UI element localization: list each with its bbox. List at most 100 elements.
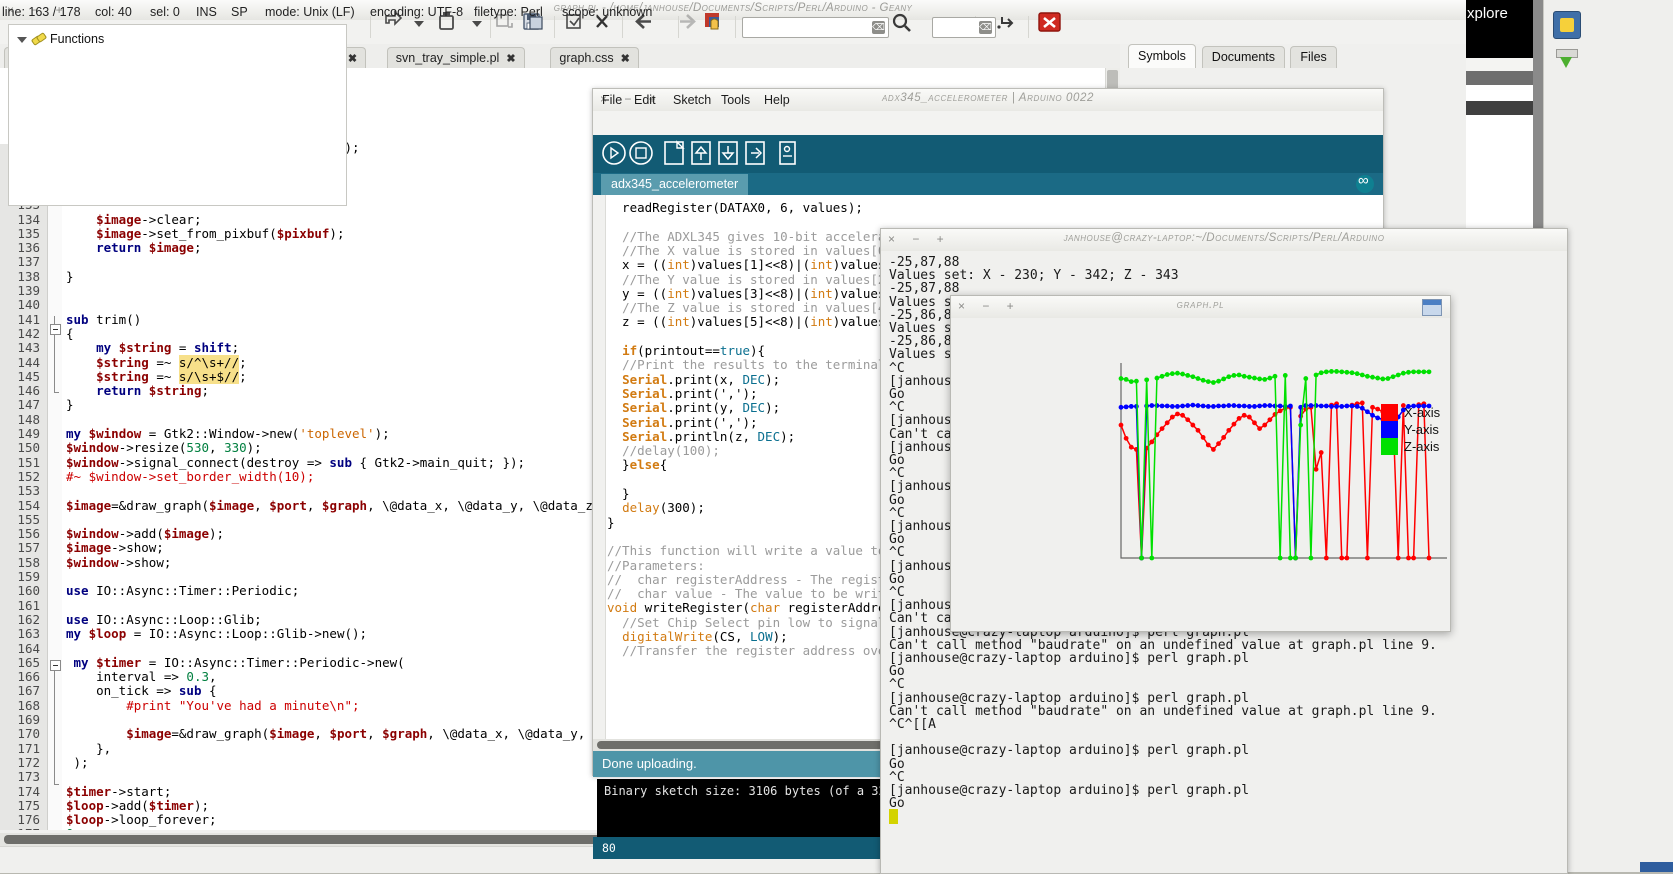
arduino-code-line[interactable]: //Print the results to the terminal. [607,357,893,372]
fold-toggle-167[interactable] [50,660,61,671]
code-line[interactable] [66,641,74,656]
code-line[interactable]: $image=&draw_graph($image, $port, $graph… [66,726,668,741]
arduino-code-line[interactable]: } [607,515,615,530]
arduino-code-line[interactable]: digitalWrite(CS, LOW); [607,629,788,644]
clear-search-icon[interactable]: ⌫ [872,21,885,34]
goto-line-input[interactable]: ⌫ [932,17,996,38]
code-line[interactable]: ); [66,755,89,770]
tab-close-icon[interactable]: ✖ [506,53,515,65]
graph-titlebar[interactable]: × − + graph.pl [951,296,1450,319]
terminal-titlebar[interactable]: × − + janhouse@crazy-laptop:~/Documents/… [881,229,1567,252]
code-line[interactable]: } [66,397,74,412]
arduino-infinity-icon[interactable] [1356,175,1374,193]
code-line[interactable] [66,569,74,584]
code-line[interactable]: $window->resize(530, 330); [66,440,262,455]
code-line[interactable]: my $timer = IO::Async::Timer::Periodic->… [66,655,405,670]
clear-goto-icon[interactable]: ⌫ [979,21,992,34]
sidebar-tab-files[interactable]: Files [1290,46,1336,68]
arduino-code-line[interactable]: readRegister(DATAX0, 6, values); [607,200,863,215]
arduino-code-line[interactable] [607,214,615,229]
code-line[interactable]: $image->clear; [66,212,201,227]
code-line[interactable]: return $string; [66,383,209,398]
code-line[interactable]: my $window = Gtk2::Window->new('toplevel… [66,426,390,441]
code-line[interactable]: on_tick => sub { [66,683,217,698]
code-line[interactable]: $image->show; [66,540,164,555]
code-line[interactable]: $timer->start; [66,784,171,799]
code-line[interactable]: return $image; [66,240,201,255]
desktop-scrollbar[interactable] [1533,0,1543,245]
code-line[interactable]: my $string = shift; [66,340,239,355]
arduino-code-line[interactable]: Serial.print(','); [607,415,758,430]
arduino-code-line[interactable]: Serial.print(x, DEC); [607,372,780,387]
fold-margin[interactable] [48,144,62,830]
bookmark-icon[interactable] [1553,11,1581,39]
arduino-code-line[interactable]: //The Y value is stored in values[2] and [607,272,923,287]
code-line[interactable]: #~ $window->set_border_width(10); [66,469,314,484]
code-line[interactable]: $window->signal_connect(destroy => sub {… [66,455,525,470]
code-line[interactable]: use IO::Async::Loop::Glib; [66,612,262,627]
arduino-code-line[interactable]: //The X value is stored in values[0] and [607,243,923,258]
code-line[interactable]: $window->add($image); [66,526,224,541]
arduino-titlebar[interactable]: × − + adx345_accelerometer | Arduino 002… [593,89,1383,112]
code-line[interactable]: $image->set_from_pixbuf($pixbuf); [66,226,344,241]
arduino-menu-edit[interactable]: Edit [634,93,656,107]
arduino-code-line[interactable]: Serial.print(y, DEC); [607,400,780,415]
chevron-down-icon[interactable] [17,37,27,43]
code-line[interactable] [66,598,74,613]
arduino-menu-tools[interactable]: Tools [721,93,750,107]
arduino-sketch-tab[interactable]: adx345_accelerometer [601,174,748,195]
code-line[interactable] [66,254,74,269]
arduino-code-line[interactable]: // char registerAddress - The register t… [607,572,923,587]
code-line[interactable]: { [66,326,74,341]
code-line[interactable]: } [66,269,74,284]
code-line[interactable] [66,512,74,527]
arduino-code-line[interactable]: //The Z value is stored in values[4] and [607,300,923,315]
arduino-code-line[interactable]: }else{ [607,457,667,472]
arduino-menu-sketch[interactable]: Sketch [673,93,711,107]
arduino-code-line[interactable]: Serial.println(z, DEC); [607,429,795,444]
tab-close-icon[interactable]: ✖ [621,53,630,65]
tab-close-icon[interactable]: ✖ [348,53,357,65]
sidebar-tab-symbols[interactable]: Symbols [1128,44,1196,68]
code-line[interactable] [66,412,74,427]
code-line[interactable] [66,483,74,498]
arduino-code-line[interactable]: delay(300); [607,500,705,515]
code-line[interactable]: }, [66,741,111,756]
code-line[interactable]: 0; [66,826,81,830]
search-input[interactable]: ⌫ [742,17,889,38]
arduino-code-line[interactable]: if(printout==true){ [607,343,765,358]
arduino-menu-file[interactable]: File [602,93,622,107]
arduino-code-line[interactable]: z = ((int)values[5]<<8)|(int)values[4]; [607,314,916,329]
code-line[interactable] [66,297,74,312]
code-line[interactable]: $loop->loop_forever; [66,812,217,827]
download-icon[interactable] [1553,46,1579,72]
arduino-code-line[interactable]: //Parameters: [607,558,705,573]
code-line[interactable] [66,712,74,727]
arduino-code-line[interactable]: Serial.print(','); [607,386,758,401]
symbols-tree[interactable]: Functions [8,24,347,206]
geany-titlebar[interactable]: × − + graph.pl - /home/janhouse/Document… [0,0,1466,21]
arduino-code-line[interactable]: y = ((int)values[3]<<8)|(int)values[2]; [607,286,916,301]
code-line[interactable]: $loop->add($timer); [66,798,209,813]
code-line[interactable]: sub trim() [66,312,141,327]
arduino-code-line[interactable]: //delay(100); [607,443,720,458]
code-line[interactable]: interval => 0.3, [66,669,217,684]
sidebar-tab-documents[interactable]: Documents [1202,46,1285,68]
code-line[interactable]: $image=&draw_graph($image, $port, $graph… [66,498,608,513]
arduino-menu-help[interactable]: Help [764,93,790,107]
arduino-code-line[interactable]: } [607,486,630,501]
arduino-code-line[interactable]: x = ((int)values[1]<<8)|(int)values[0]; [607,257,916,272]
arduino-code-line[interactable] [607,472,615,487]
code-line[interactable] [66,769,74,784]
code-line[interactable] [66,283,74,298]
restore-window-icon[interactable] [1422,299,1442,316]
code-line[interactable]: $window->show; [66,555,171,570]
arduino-code-line[interactable] [607,329,615,344]
code-line[interactable]: my $loop = IO::Async::Loop::Glib->new(); [66,626,367,641]
code-line[interactable]: #print "You've had a minute\n"; [66,698,360,713]
editor-tab-svn-tray-simple-pl[interactable]: svn_tray_simple.pl✖ [387,47,525,69]
symbols-tree-root[interactable]: Functions [17,32,104,46]
code-line[interactable]: use IO::Async::Timer::Periodic; [66,583,299,598]
code-line[interactable]: $string =~ s/\s+$//; [66,369,247,384]
fold-toggle-142[interactable] [50,324,61,335]
